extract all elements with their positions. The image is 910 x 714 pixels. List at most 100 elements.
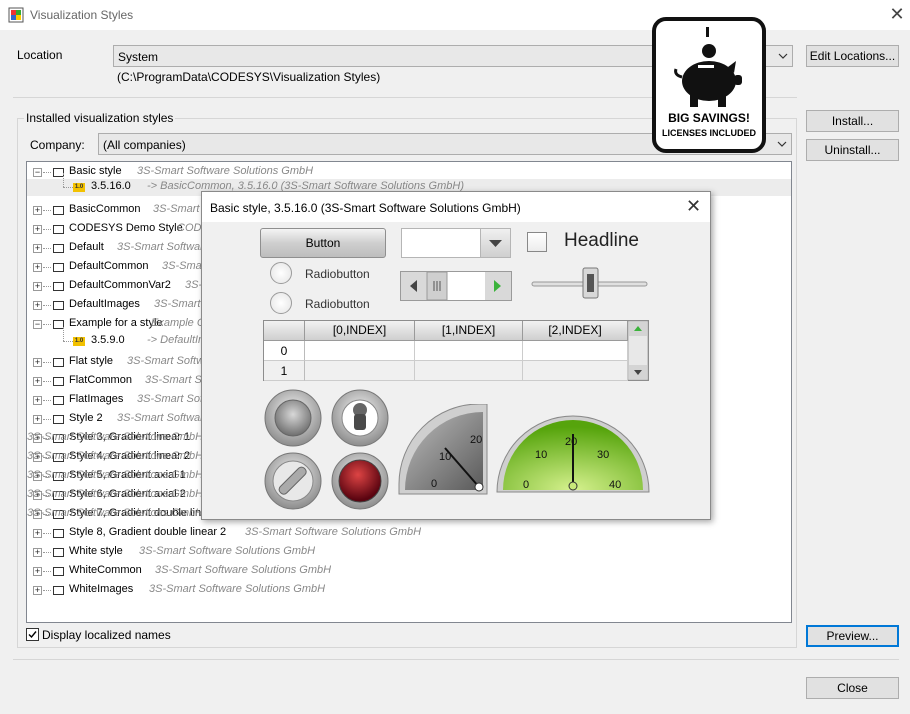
style-icon <box>53 415 64 424</box>
tree-item-company: 3S-Smart Software Solutions GmbH <box>27 488 204 500</box>
table-row-header: 0 <box>264 341 305 361</box>
preview-title: Basic style, 3.5.16.0 (3S-Smart Software… <box>210 201 521 215</box>
tree-style-row[interactable]: + White style 3S-Smart Software Solutions … <box>27 544 791 561</box>
tree-item-company: 3S-Smart Software Solutions GmbH <box>155 564 332 576</box>
expand-icon[interactable]: + <box>33 548 42 557</box>
tree-style-row[interactable]: + Style 8, Gradient double linear 2 3S-Sma… <box>27 525 791 542</box>
tree-connector <box>43 362 51 363</box>
tree-connector <box>43 571 51 572</box>
app-icon <box>8 7 24 23</box>
close-icon[interactable]: ✕ <box>888 5 906 23</box>
separator <box>13 659 899 660</box>
promo-badge: BIG SAVINGS! LICENSES INCLUDED <box>652 17 766 153</box>
tree-item-company: 3S-Smart Software Solutions GmbH <box>27 431 204 443</box>
preview-button[interactable]: Preview... <box>806 625 899 647</box>
demo-radio-1-label: Radiobutton <box>305 267 370 281</box>
close-button[interactable]: Close <box>806 677 899 699</box>
version-icon: 1.0 <box>73 337 85 346</box>
expand-icon[interactable]: + <box>33 282 42 291</box>
location-label: Location <box>17 48 63 62</box>
tree-connector <box>43 172 51 173</box>
table-scrollbar[interactable] <box>628 321 648 380</box>
demo-headline: Headline <box>564 230 639 251</box>
gauge-tick-label: 10 <box>535 449 547 461</box>
tree-item-name: FlatImages <box>69 393 124 405</box>
demo-button[interactable]: Button <box>260 228 386 258</box>
tree-style-row[interactable]: + WhiteImages 3S-Smart Software Solutions … <box>27 582 791 599</box>
tree-item-company: 3S-Smart Software Solutions GmbH <box>27 450 204 462</box>
tree-item-name: 3.5.16.0 <box>91 180 131 192</box>
tree-item-name: DefaultCommon <box>69 260 149 272</box>
demo-scrollbar[interactable] <box>400 271 512 301</box>
expand-icon[interactable]: + <box>33 206 42 215</box>
scrollbar-graphic <box>401 271 511 301</box>
style-icon <box>53 206 64 215</box>
tree-item-name: BasicCommon <box>69 203 141 215</box>
gauge-tick-label: 0 <box>431 478 437 490</box>
style-icon <box>53 529 64 538</box>
tree-item-name: Basic style <box>69 165 122 177</box>
close-icon[interactable]: ✕ <box>686 196 701 217</box>
table-header: [1,INDEX] <box>415 321 523 341</box>
edit-locations-button[interactable]: Edit Locations... <box>806 45 899 67</box>
triangle-down-icon <box>489 240 502 247</box>
table-cell[interactable] <box>305 361 415 381</box>
tree-connector <box>63 341 73 342</box>
expand-icon[interactable]: + <box>33 263 42 272</box>
company-label: Company: <box>30 138 85 152</box>
demo-radio-2[interactable] <box>270 292 292 314</box>
demo-combo-arrow <box>480 229 510 257</box>
tree-item-name: 3.5.9.0 <box>91 334 125 346</box>
table-cell[interactable] <box>415 361 523 381</box>
location-value: System <box>118 50 159 64</box>
style-icon <box>53 358 64 367</box>
tree-item-name: WhiteImages <box>69 583 134 595</box>
installed-group-label: Installed visualization styles <box>24 111 176 125</box>
table-cell[interactable] <box>305 341 415 361</box>
expand-icon[interactable]: + <box>33 225 42 234</box>
expand-icon[interactable]: + <box>33 358 42 367</box>
tree-style-row[interactable]: + WhiteCommon 3S-Smart Software Solutions … <box>27 563 791 580</box>
tree-item-company: 3S-Smart Software Solutions GmbH <box>149 583 326 595</box>
style-icon <box>53 225 64 234</box>
demo-radio-1[interactable] <box>270 262 292 284</box>
expand-icon[interactable]: + <box>33 567 42 576</box>
style-icon <box>53 548 64 557</box>
tree-item-name: DefaultCommonVar2 <box>69 279 171 291</box>
uninstall-button[interactable]: Uninstall... <box>806 139 899 161</box>
expand-icon[interactable]: + <box>33 301 42 310</box>
demo-slider[interactable] <box>530 266 650 304</box>
expand-icon[interactable]: + <box>33 586 42 595</box>
table-row-header: 1 <box>264 361 305 381</box>
demo-round-controls[interactable] <box>262 388 392 513</box>
demo-combo[interactable] <box>401 228 511 258</box>
install-button[interactable]: Install... <box>806 110 899 132</box>
tree-connector <box>63 327 64 341</box>
tree-item-company: 3S-Smart Software Solutions GmbH <box>27 507 204 519</box>
gauge-tick-label: 40 <box>609 479 621 491</box>
display-localized-checkbox[interactable] <box>26 628 39 641</box>
demo-half-gauge: 0 10 20 30 40 <box>496 415 650 493</box>
tree-item-name: WhiteCommon <box>69 564 142 576</box>
preview-title-bar: Basic style, 3.5.16.0 (3S-Smart Software… <box>202 192 710 222</box>
expand-icon[interactable]: + <box>33 244 42 253</box>
collapse-icon[interactable]: − <box>33 320 42 329</box>
promo-line-1: BIG SAVINGS! <box>668 111 750 125</box>
gauge-tick-label: 0 <box>523 479 529 491</box>
table-cell[interactable] <box>523 361 628 381</box>
expand-icon[interactable]: + <box>33 415 42 424</box>
collapse-icon[interactable]: − <box>33 168 42 177</box>
tree-connector <box>43 229 51 230</box>
expand-icon[interactable]: + <box>33 529 42 538</box>
tree-connector <box>43 419 51 420</box>
table-cell[interactable] <box>523 341 628 361</box>
demo-radio-2-label: Radiobutton <box>305 297 370 311</box>
expand-icon[interactable]: + <box>33 377 42 386</box>
table-header: [0,INDEX] <box>305 321 415 341</box>
demo-checkbox[interactable] <box>527 232 547 252</box>
display-localized-label: Display localized names <box>42 628 171 642</box>
expand-icon[interactable]: + <box>33 396 42 405</box>
table-cell[interactable] <box>415 341 523 361</box>
demo-table[interactable]: [0,INDEX] [1,INDEX] [2,INDEX] 0 1 <box>263 320 649 381</box>
tree-item-name: Flat style <box>69 355 114 367</box>
